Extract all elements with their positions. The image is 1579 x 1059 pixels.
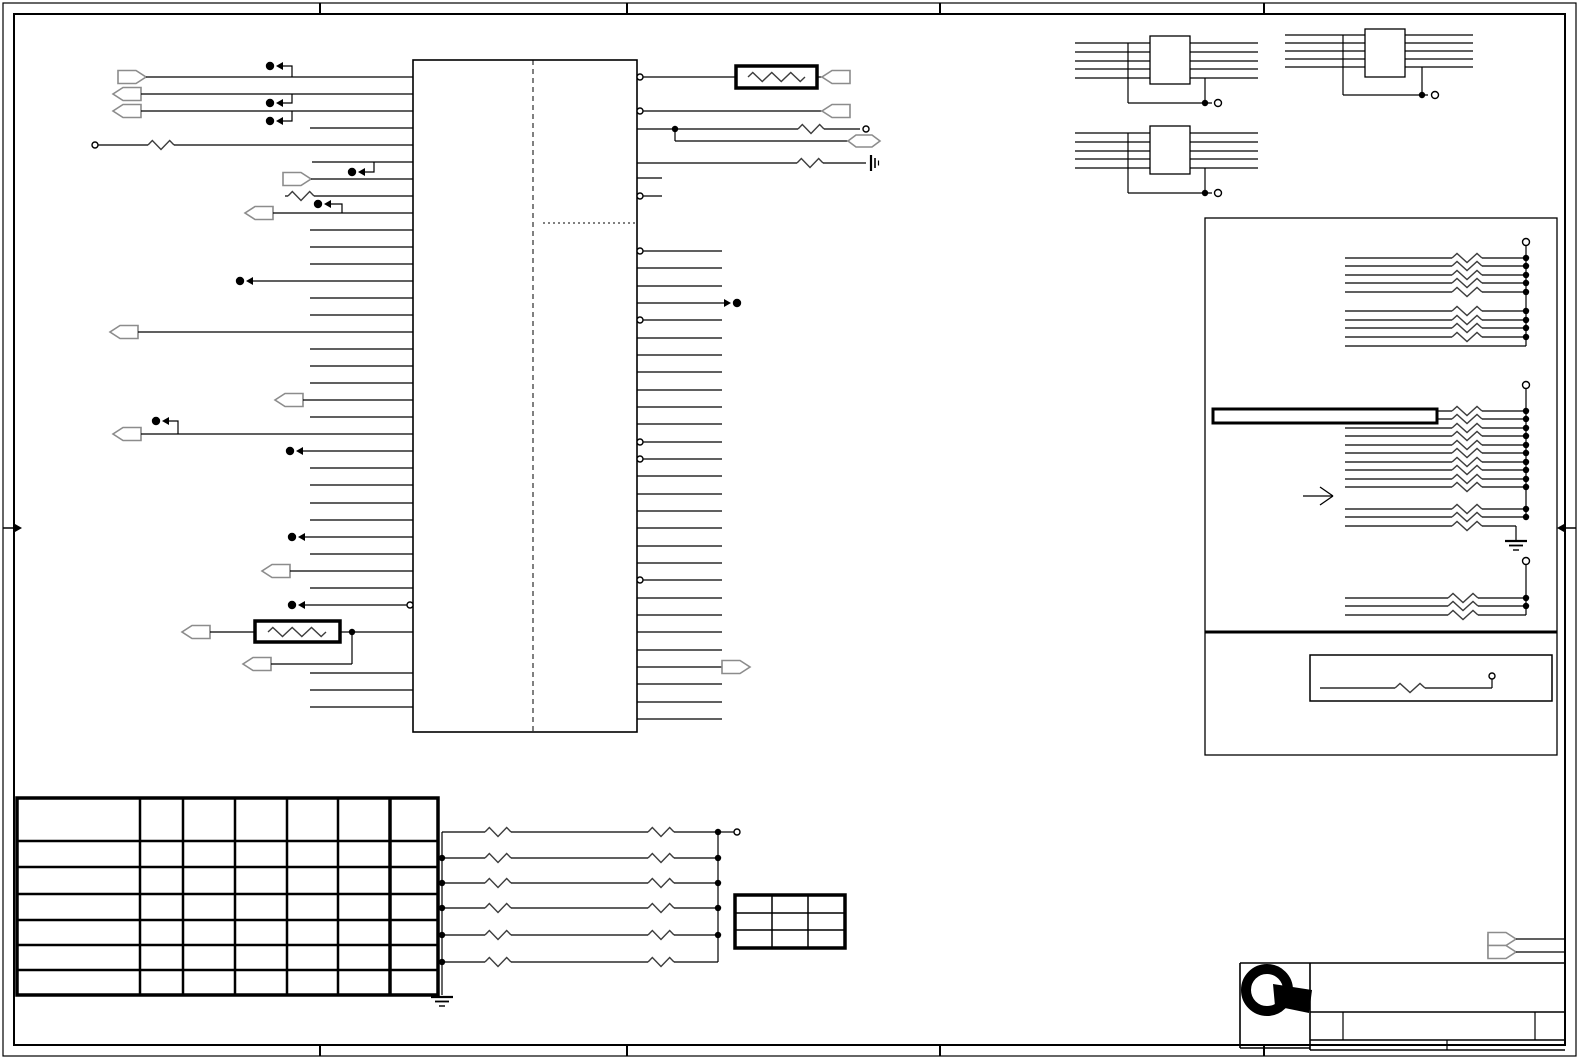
junction-dot: [438, 904, 446, 912]
outline-box: [1149, 125, 1191, 175]
net-ref-dot: [265, 116, 275, 126]
net-ref-dot: [313, 199, 323, 209]
net-ref-dot: [151, 416, 161, 426]
termination-sub-block[interactable]: [1204, 217, 1558, 756]
junction-dot: [1522, 333, 1530, 341]
junction-dot: [1522, 424, 1530, 432]
junction-dot: [714, 879, 722, 887]
pin-circle: [636, 438, 644, 446]
junction-dot: [1522, 602, 1530, 610]
junction-dot: [1522, 505, 1530, 513]
junction-dot: [1522, 288, 1530, 296]
junction-dot: [1522, 483, 1530, 491]
pin-circle: [862, 125, 870, 133]
outline-box: [1149, 35, 1191, 85]
net-flag-bidir[interactable]: [846, 134, 882, 148]
pin-circle: [636, 107, 644, 115]
junction-dot: [714, 904, 722, 912]
junction-dot: [714, 854, 722, 862]
junction-dot: [1522, 594, 1530, 602]
net-ref-dot: [732, 298, 742, 308]
pin-circle: [1213, 188, 1223, 198]
junction-dot: [1522, 432, 1530, 440]
net-ref-dot: [265, 61, 275, 71]
junction-dot: [1522, 458, 1530, 466]
net-ref-dot: [287, 532, 297, 542]
junction-dot: [1522, 449, 1530, 457]
net-ref-dot: [265, 98, 275, 108]
junction-dot: [1522, 475, 1530, 483]
junction-dot: [1522, 271, 1530, 279]
junction-dot: [1522, 324, 1530, 332]
junction-dot: [1522, 415, 1530, 423]
junction-dot: [1522, 316, 1530, 324]
schematic-sheet: [0, 0, 1579, 1059]
pin-circle: [636, 455, 644, 463]
pin-circle: [1488, 672, 1496, 680]
pin-circle: [1430, 90, 1440, 100]
pin-circle: [1213, 98, 1223, 108]
junction-dot: [438, 931, 446, 939]
pin-circle: [636, 192, 644, 200]
junction-dot: [714, 931, 722, 939]
junction-dot: [438, 958, 446, 966]
net-ref-dot: [285, 446, 295, 456]
component-box: [1211, 407, 1439, 425]
junction-dot: [1522, 279, 1530, 287]
junction-dot: [1522, 513, 1530, 521]
junction-dot: [1201, 99, 1209, 107]
pin-circle: [636, 576, 644, 584]
junction-dot: [1522, 262, 1530, 270]
pin-circle: [1521, 556, 1531, 566]
junction-dot: [1522, 254, 1530, 262]
pin-circle: [1521, 237, 1531, 247]
net-ref-dot: [347, 167, 357, 177]
junction-dot: [1201, 189, 1209, 197]
pin-circle: [1521, 380, 1531, 390]
outline-box: [1309, 654, 1553, 702]
outline-box: [1364, 28, 1406, 78]
junction-dot: [438, 854, 446, 862]
outline-box: [412, 59, 638, 733]
net-ref-dot: [287, 600, 297, 610]
net-ref-dot: [235, 276, 245, 286]
junction-dot: [438, 879, 446, 887]
pin-circle: [636, 247, 644, 255]
junction-dot: [1522, 307, 1530, 315]
pin-circle: [91, 141, 99, 149]
schematic-canvas: [2, 2, 1577, 1057]
junction-dot: [1522, 466, 1530, 474]
pin-circle: [636, 73, 644, 81]
pin-circle: [636, 316, 644, 324]
pin-circle: [733, 828, 741, 836]
junction-dot: [1418, 91, 1426, 99]
main-ic[interactable]: [412, 59, 638, 733]
junction-dot: [1522, 407, 1530, 415]
pin-circle: [406, 601, 414, 609]
junction-dot: [1522, 441, 1530, 449]
